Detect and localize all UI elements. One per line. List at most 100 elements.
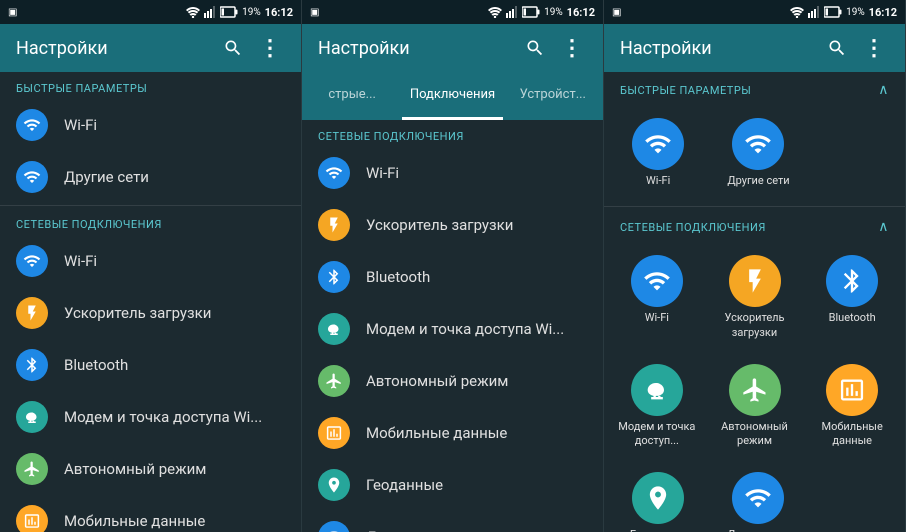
list-item-boost1[interactable]: Ускоритель загрузки [0,287,301,339]
grid-boost-label-3: Ускоритель загрузки [714,311,796,340]
search-button-1[interactable] [219,34,247,62]
list-item-geo2[interactable]: Геоданные [302,459,603,511]
more-button-1[interactable]: ⋮ [255,32,285,65]
list-item-mobiledata1[interactable]: Мобильные данные [0,495,301,532]
grid-item-othernet-3[interactable]: Другие сети [712,110,804,196]
list-item-bt1[interactable]: Bluetooth [0,339,301,391]
grid-row-quick-3: Wi-Fi Другие сети [612,110,897,196]
app-title-1: Настройки [16,38,211,59]
list-item-airplane1[interactable]: Автономный режим [0,443,301,495]
wifi-label-1: Wi-Fi [64,116,97,134]
list-item-hotspot2[interactable]: Модем и точка доступа Wi... [302,303,603,355]
list-item-other2[interactable]: Другие сети [302,511,603,532]
grid-item-other-3[interactable]: Другие сети [712,464,804,532]
grid-item-wifi-3[interactable]: Wi-Fi [612,110,704,196]
wifi-icon-1 [16,109,48,141]
section-title-net-3: СЕТЕВЫЕ ПОДКЛЮЧЕНИЯ [620,221,766,234]
battery-percent-2: 19% [544,7,563,18]
list-item-hotspot1[interactable]: Модем и точка доступа Wi... [0,391,301,443]
grid-item-geo-3[interactable]: Геоданные [612,464,704,532]
boost-icon-2 [318,209,350,241]
sim-icon-3: ▣ [612,7,621,18]
grid-section-net-3: Wi-Fi Ускоритель загрузки Bluetooth [604,239,905,532]
search-button-2[interactable] [521,34,549,62]
list-item-wifi3[interactable]: Wi-Fi [302,147,603,199]
other-icon-2 [318,521,350,532]
divider-3 [604,206,905,207]
grid-item-boost-3[interactable]: Ускоритель загрузки [710,247,800,348]
grid-geo-label-3: Геоданные [630,528,687,532]
grid-mobiledata-icon-3 [826,364,878,416]
status-right-3: 19% 16:12 [790,6,897,19]
grid-bt-label-3: Bluetooth [829,311,876,325]
list-item-wifi2[interactable]: Wi-Fi [0,235,301,287]
list-item-wifi1[interactable]: Wi-Fi [0,99,301,151]
panel-1: ▣ 19% 16:12 Настройки ⋮ БЫСТРЫЕ ПАРАМЕТР… [0,0,302,532]
grid-wifi-net-icon-3 [631,255,683,307]
panel-3: ▣ 19% 16:12 Настройки ⋮ БЫСТРЫЕ ПАРАМЕТР… [604,0,906,532]
list-item-bt2[interactable]: Bluetooth [302,251,603,303]
wifi-icon-2 [16,245,48,277]
status-bar-2: ▣ 19% 16:12 [302,0,603,24]
tab-devices-2[interactable]: Устройст... [503,72,603,120]
grid-item-hotspot-3[interactable]: Модем и точка доступ... [612,356,702,457]
status-bar-1: ▣ 19% 16:12 [0,0,301,24]
grid-item-wifi-net-3[interactable]: Wi-Fi [612,247,702,348]
othernet-icon-1 [16,161,48,193]
grid-spacer-net-3 [813,464,897,532]
panel-2: ▣ 19% 16:12 Настройки ⋮ стрые... Подключ… [302,0,604,532]
grid-spacer-3 [813,110,897,196]
grid-section-quick-3: Wi-Fi Другие сети [604,102,905,204]
signal-icon-3 [808,6,820,18]
section-header-quick-3[interactable]: БЫСТРЫЕ ПАРАМЕТРЫ ∧ [604,72,905,102]
othernet-label-1: Другие сети [64,168,149,186]
search-button-3[interactable] [823,34,851,62]
section-title-quick-1: БЫСТРЫЕ ПАРАМЕТРЫ [16,82,147,95]
battery-icon-3 [824,6,842,18]
section-title-net-1: СЕТЕВЫЕ ПОДКЛЮЧЕНИЯ [16,218,162,231]
hotspot-icon-1 [16,401,48,433]
airplane-label-2: Автономный режим [366,372,508,390]
list-item-othernet1[interactable]: Другие сети [0,151,301,203]
tab-connections-2[interactable]: Подключения [402,72,502,120]
grid-other-icon-3 [732,472,784,524]
grid-other-label-3: Другие сети [727,528,789,532]
list-item-airplane2[interactable]: Автономный режим [302,355,603,407]
airplane-icon-1 [16,453,48,485]
time-2: 16:12 [567,6,595,19]
grid-item-mobiledata-3[interactable]: Мобильные данные [807,356,897,457]
grid-row-net-2: Модем и точка доступ... Автономный режим… [612,356,897,457]
geo-icon-2 [318,469,350,501]
grid-wifi-icon-3 [632,118,684,170]
wifi-label-3: Wi-Fi [366,164,399,182]
status-bar-3: ▣ 19% 16:12 [604,0,905,24]
grid-airplane-icon-3 [729,364,781,416]
hotspot-label-1: Модем и точка доступа Wi... [64,408,262,426]
grid-item-bt-3[interactable]: Bluetooth [807,247,897,348]
battery-icon-1 [220,6,238,18]
section-header-quick-1: БЫСТРЫЕ ПАРАМЕТРЫ [0,72,301,99]
grid-wifi-net-label-3: Wi-Fi [645,311,669,325]
more-button-2[interactable]: ⋮ [557,32,587,65]
wifi-icon-3 [318,157,350,189]
grid-boost-icon-3 [729,255,781,307]
bluetooth-label-2: Bluetooth [366,268,430,286]
more-button-3[interactable]: ⋮ [859,32,889,65]
battery-percent-1: 19% [242,7,261,18]
section-header-net-3[interactable]: СЕТЕВЫЕ ПОДКЛЮЧЕНИЯ ∧ [604,209,905,239]
list-item-boost2[interactable]: Ускоритель загрузки [302,199,603,251]
list-item-mobiledata2[interactable]: Мобильные данные [302,407,603,459]
app-title-2: Настройки [318,38,513,59]
tab-quick-2[interactable]: стрые... [302,72,402,120]
divider-1 [0,205,301,206]
grid-hotspot-icon-3 [631,364,683,416]
boost-label-2: Ускоритель загрузки [366,216,513,234]
grid-geo-icon-3 [632,472,684,524]
mobiledata-icon-2 [318,417,350,449]
wifi-status-icon-1 [186,6,200,18]
other-label-2: Другие сети [366,528,451,532]
section-header-net-1: СЕТЕВЫЕ ПОДКЛЮЧЕНИЯ [0,208,301,235]
grid-item-airplane-3[interactable]: Автономный режим [710,356,800,457]
bluetooth-icon-1 [16,349,48,381]
app-bar-2: Настройки ⋮ [302,24,603,72]
